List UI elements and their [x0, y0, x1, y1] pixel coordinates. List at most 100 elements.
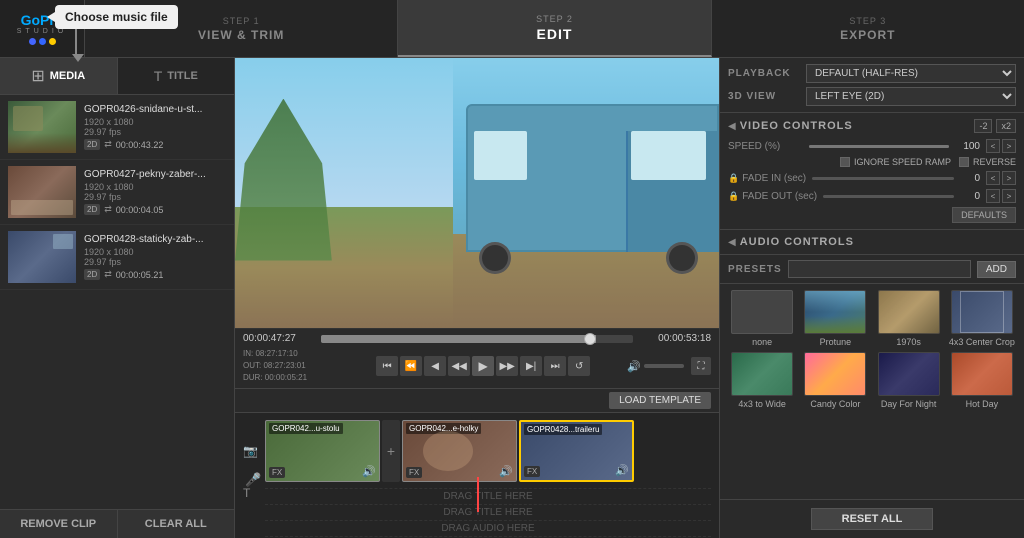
- clip2-fx: FX: [406, 467, 422, 478]
- preset-label-hotday: Hot Day: [966, 399, 999, 409]
- time-current: 00:00:47:27: [243, 333, 313, 344]
- media-item[interactable]: GOPR0427-pekny-zaber-... 1920 x 1080 29.…: [0, 160, 234, 225]
- preset-daynight[interactable]: Day For Night: [875, 352, 943, 409]
- tab-export[interactable]: STEP 3 EXPORT: [712, 0, 1024, 57]
- lock-icon: 🔒: [728, 173, 739, 184]
- preset-label-4x3center: 4x3 Center Crop: [949, 337, 1015, 347]
- timeline-clip-2[interactable]: GOPR042...e-holky FX 🔊: [402, 420, 517, 482]
- media-fps-3: 29.97 fps: [84, 257, 226, 267]
- media-list: GOPR0426-snidane-u-st... 1920 x 1080 29.…: [0, 95, 234, 509]
- preset-thumb-none: [731, 290, 793, 334]
- title-tab-label: TITLE: [167, 70, 198, 82]
- drag-zone-3: DRAG AUDIO HERE: [265, 520, 711, 536]
- left-tabs: ⊞ MEDIA T TITLE: [0, 58, 234, 95]
- speed-step-plus[interactable]: x2: [996, 119, 1016, 133]
- rewind-button[interactable]: ◀◀: [448, 356, 470, 376]
- reset-all-button[interactable]: RESET ALL: [811, 508, 934, 530]
- volume-area: 🔊: [627, 360, 684, 373]
- timeline-clip-3[interactable]: GOPR0428...traileru FX 🔊: [519, 420, 634, 482]
- ignore-speed-ramp-checkbox[interactable]: IGNORE SPEED RAMP: [840, 157, 951, 167]
- media-fps-2: 29.97 fps: [84, 192, 226, 202]
- title-tab[interactable]: T TITLE: [118, 58, 235, 94]
- step-forward-button[interactable]: ▶▶: [496, 356, 518, 376]
- skip-start-button[interactable]: ⏮: [376, 356, 398, 376]
- view-3d-select[interactable]: LEFT EYE (2D): [806, 87, 1016, 106]
- media-res-3: 1920 x 1080: [84, 247, 226, 257]
- preset-thumb-protune: [804, 290, 866, 334]
- reverse-checkbox[interactable]: REVERSE: [959, 157, 1016, 167]
- preset-thumb-1970s: [878, 290, 940, 334]
- fade-in-more[interactable]: >: [1002, 171, 1016, 185]
- preset-label-daynight: Day For Night: [881, 399, 937, 409]
- preset-candy[interactable]: Candy Color: [801, 352, 869, 409]
- in-out-info: IN: 08:27:17:10 OUT: 08:27:23:01 DUR: 00…: [243, 348, 343, 384]
- add-preset-button[interactable]: ADD: [977, 261, 1016, 278]
- fade-in-value: 0: [960, 173, 980, 184]
- fade-in-label: 🔒 FADE IN (sec): [728, 173, 806, 184]
- speed-less-button[interactable]: <: [986, 139, 1000, 153]
- media-item[interactable]: GOPR0428-staticky-zab-... 1920 x 1080 29…: [0, 225, 234, 290]
- time-end: 00:00:53:18: [641, 333, 711, 344]
- loop-button[interactable]: ↺: [568, 356, 590, 376]
- preset-protune[interactable]: Protune: [801, 290, 869, 347]
- badge-2d-3: 2D: [84, 269, 100, 280]
- skip-end-button[interactable]: ⏭: [544, 356, 566, 376]
- fade-out-less[interactable]: <: [986, 189, 1000, 203]
- load-template-button[interactable]: LOAD TEMPLATE: [609, 392, 711, 409]
- fade-out-value: 0: [960, 191, 980, 202]
- mic-icon: 🎤: [245, 472, 261, 488]
- media-name-1: GOPR0426-snidane-u-st...: [84, 104, 226, 115]
- thumb-2: [8, 166, 76, 218]
- prev-frame-button[interactable]: ⏪: [400, 356, 422, 376]
- media-tab-label: MEDIA: [50, 70, 85, 82]
- preset-thumb-candy: [804, 352, 866, 396]
- step-back-button[interactable]: ◀: [424, 356, 446, 376]
- fade-in-slider[interactable]: [812, 177, 954, 180]
- preset-thumb-4x3center: [951, 290, 1013, 334]
- preset-hotday[interactable]: Hot Day: [948, 352, 1016, 409]
- logo-dots: [29, 38, 56, 45]
- playback-select[interactable]: DEFAULT (HALF-RES): [806, 64, 1016, 83]
- logo-area: Choose music file GoPro STUDIO: [0, 0, 85, 57]
- media-tab-icon: ⊞: [31, 66, 44, 86]
- play-button[interactable]: ▶: [472, 356, 494, 376]
- time-controls: 00:00:47:27 00:00:53:18 IN: 08:27:17:10 …: [235, 328, 719, 388]
- clip3-label: GOPR0428...traileru: [524, 424, 602, 435]
- right-panel: PLAYBACK DEFAULT (HALF-RES) 3D VIEW LEFT…: [719, 58, 1024, 538]
- preset-1970s[interactable]: 1970s: [875, 290, 943, 347]
- preset-4x3center[interactable]: 4x3 Center Crop: [948, 290, 1016, 347]
- fullscreen-button[interactable]: ⛶: [691, 357, 711, 375]
- volume-slider[interactable]: [644, 364, 684, 368]
- tab-edit[interactable]: STEP 2 EDIT: [398, 0, 711, 57]
- reverse-label: REVERSE: [973, 157, 1016, 167]
- fade-in-less[interactable]: <: [986, 171, 1000, 185]
- preset-4x3wide[interactable]: 4x3 to Wide: [728, 352, 796, 409]
- duration-1: 00:00:43.22: [116, 140, 164, 150]
- fade-out-slider[interactable]: [823, 195, 954, 198]
- clear-all-button[interactable]: CLEAR ALL: [118, 510, 235, 538]
- title-icon: T: [243, 486, 250, 500]
- fade-out-more[interactable]: >: [1002, 189, 1016, 203]
- speed-label: SPEED (%): [728, 141, 803, 152]
- media-tab[interactable]: ⊞ MEDIA: [0, 58, 118, 94]
- preset-none[interactable]: none: [728, 290, 796, 347]
- remove-clip-button[interactable]: REMOVE CLIP: [0, 510, 118, 538]
- presets-grid: none Protune 1970s: [720, 284, 1024, 415]
- time-slider[interactable]: [321, 335, 633, 343]
- speed-more-button[interactable]: >: [1002, 139, 1016, 153]
- header: Choose music file GoPro STUDIO STEP 1 VI…: [0, 0, 1024, 58]
- add-clip-button[interactable]: +: [382, 420, 400, 482]
- defaults-button[interactable]: DEFAULTS: [952, 207, 1016, 223]
- clip3-audio-icon: 🔊: [615, 464, 629, 477]
- media-info-2: GOPR0427-pekny-zaber-... 1920 x 1080 29.…: [84, 169, 226, 215]
- next-frame-button[interactable]: ▶|: [520, 356, 542, 376]
- presets-search-input[interactable]: [788, 260, 971, 278]
- timeline-clip-1[interactable]: GOPR042...u-stolu FX 🔊: [265, 420, 380, 482]
- media-item[interactable]: GOPR0426-snidane-u-st... 1920 x 1080 29.…: [0, 95, 234, 160]
- clip2-audio-icon: 🔊: [499, 465, 513, 478]
- speed-slider[interactable]: [809, 145, 949, 148]
- playback-section: PLAYBACK DEFAULT (HALF-RES) 3D VIEW LEFT…: [720, 58, 1024, 113]
- fade-out-label: 🔒 FADE OUT (sec): [728, 191, 817, 202]
- audio-controls-label: AUDIO CONTROLS: [740, 236, 854, 248]
- speed-step-minus[interactable]: -2: [974, 119, 992, 133]
